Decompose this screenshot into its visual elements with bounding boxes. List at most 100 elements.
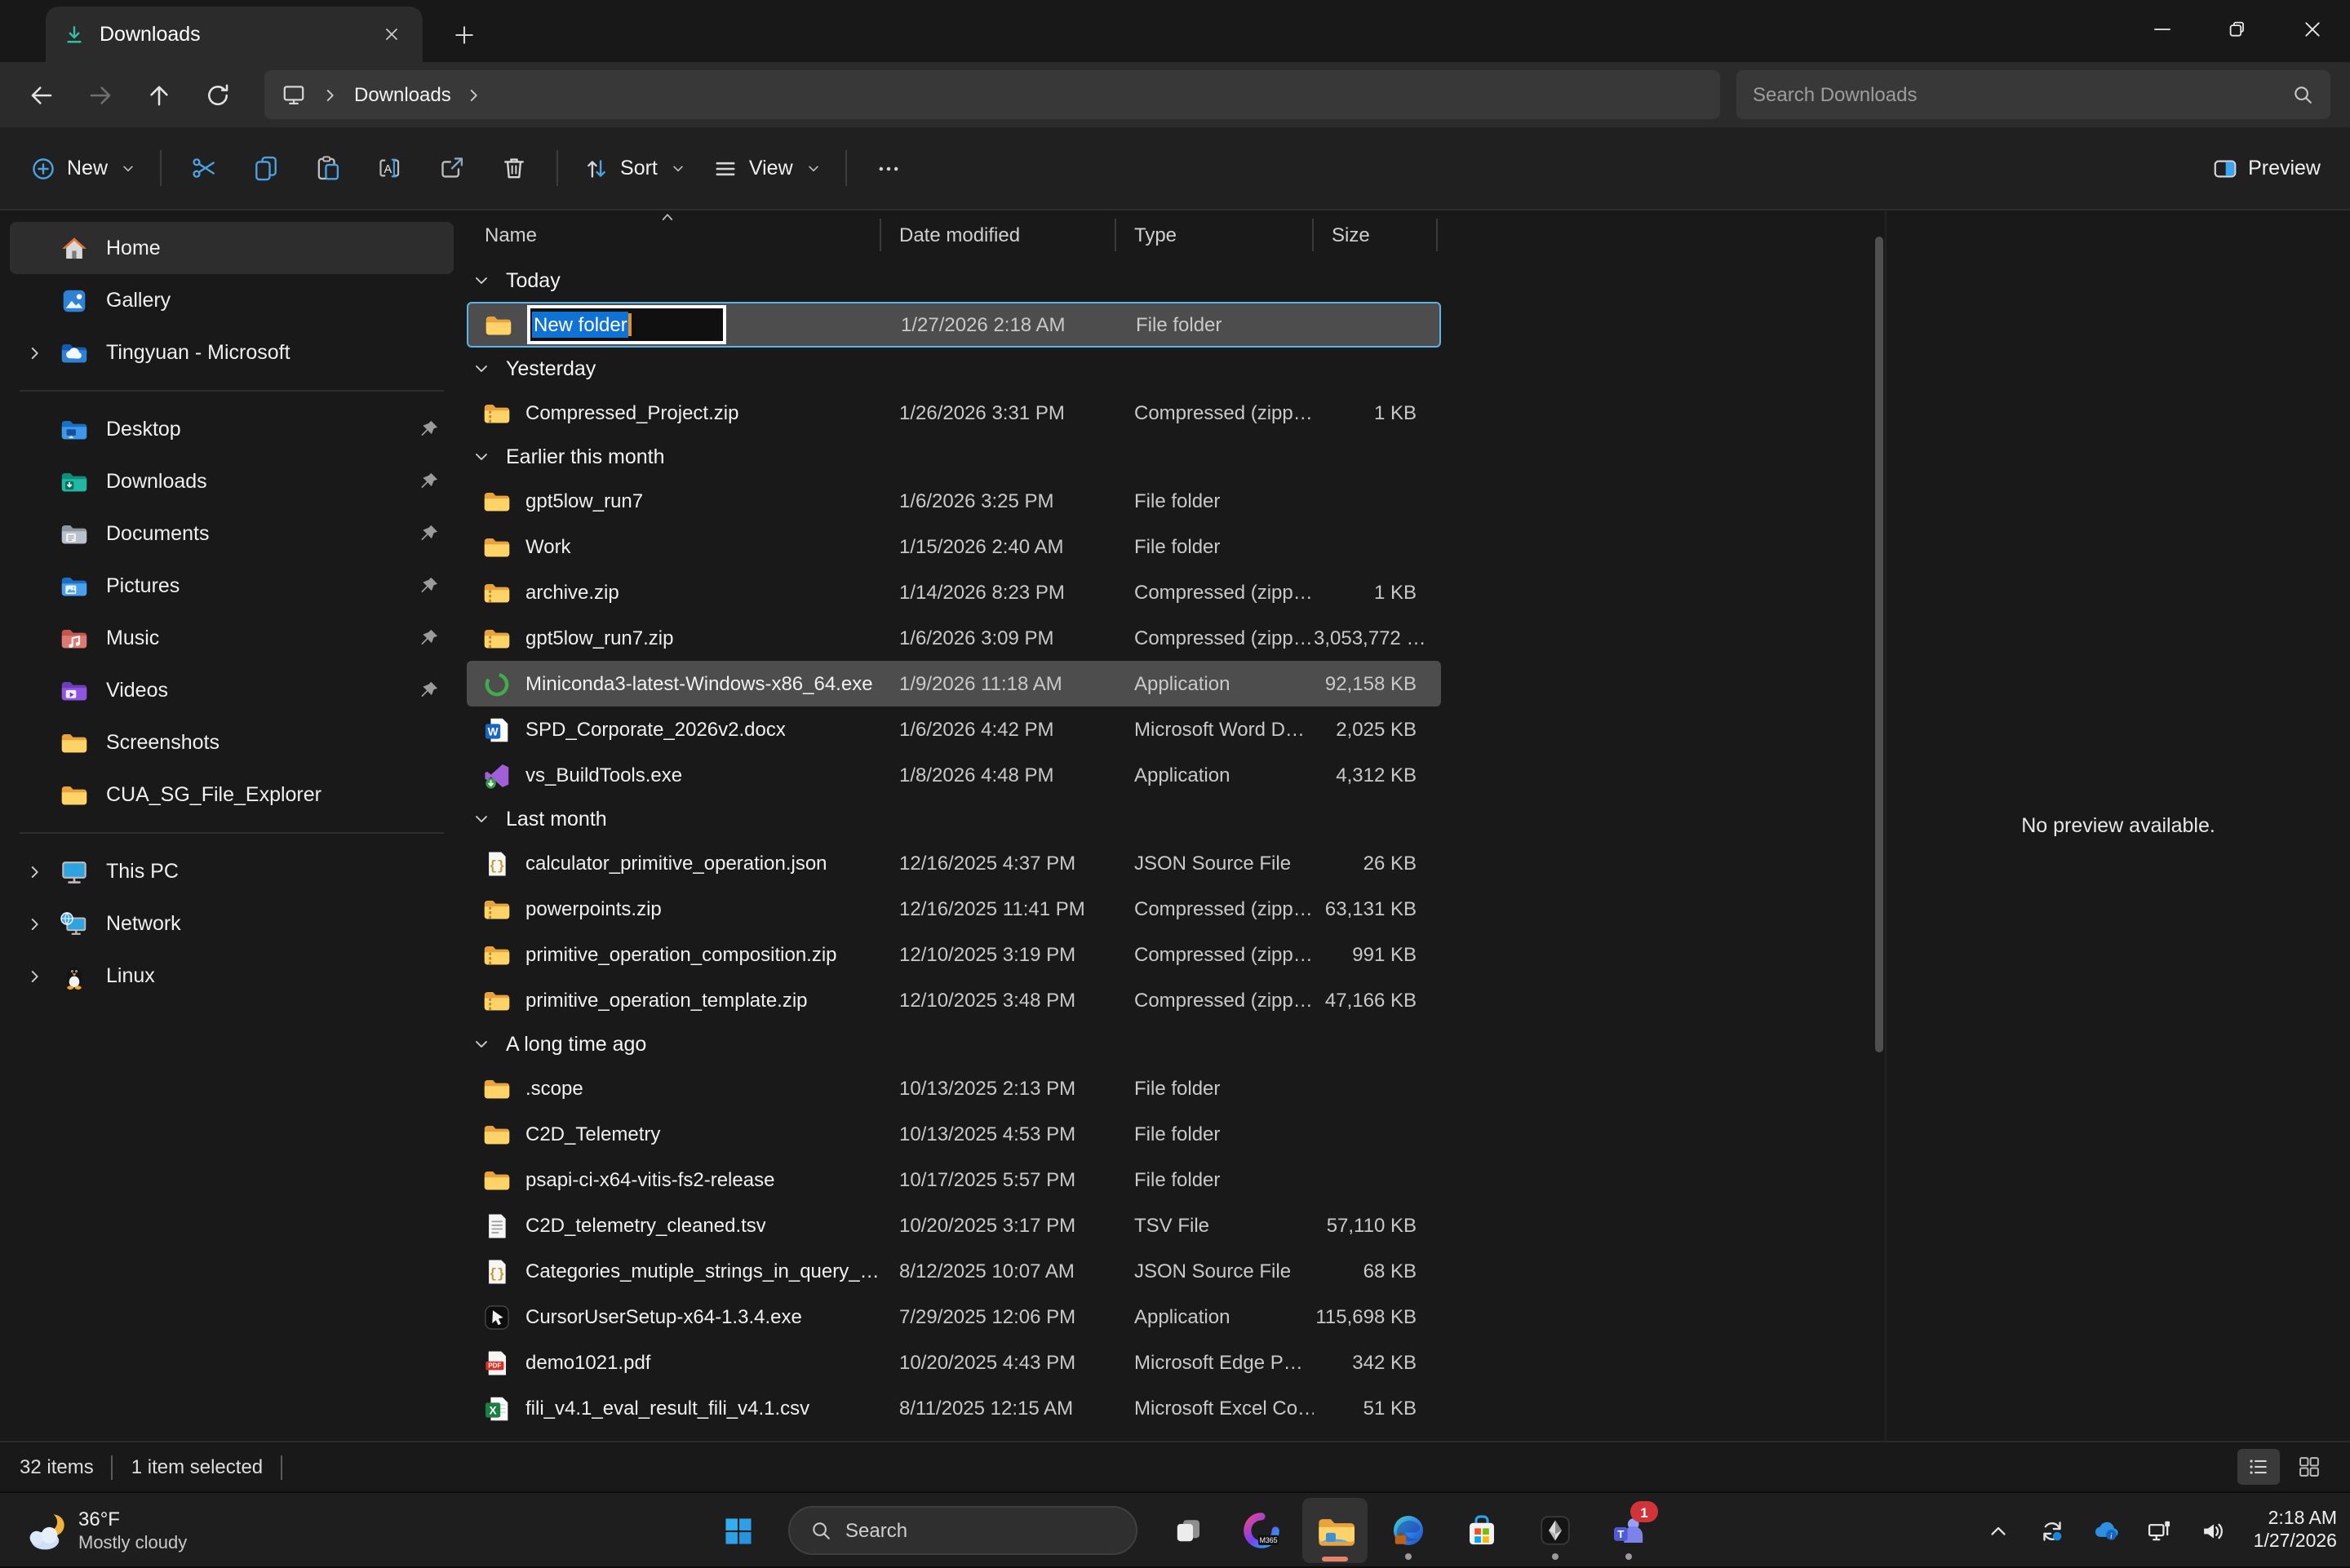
large-icons-view-button[interactable]: [2288, 1449, 2330, 1485]
sidebar-item-pictures[interactable]: Pictures: [10, 560, 454, 612]
column-header-type[interactable]: Type: [1116, 219, 1314, 251]
file-type: Compressed (zipp…: [1116, 897, 1314, 920]
volume-icon[interactable]: [2193, 1506, 2236, 1555]
sidebar-item-desktop[interactable]: Desktop: [10, 403, 454, 455]
search-box[interactable]: Search Downloads: [1736, 70, 2330, 119]
file-row-new-folder[interactable]: New folder1/27/2026 2:18 AMFile folder: [467, 302, 1441, 348]
rename-button[interactable]: A: [359, 140, 421, 196]
file-row-calculator-primitive-operation-json[interactable]: {}calculator_primitive_operation.json12/…: [467, 840, 1441, 886]
task-view-button[interactable]: [1155, 1498, 1221, 1563]
dev-app[interactable]: [1523, 1498, 1588, 1563]
m365-copilot-app[interactable]: M365: [1229, 1498, 1294, 1563]
file-row-c2d-telemetry-cleaned-tsv[interactable]: C2D_telemetry_cleaned.tsv10/20/2025 3:17…: [467, 1203, 1441, 1248]
weather-widget[interactable]: 36°F Mostly cloudy: [13, 1493, 197, 1568]
file-size: 57,110 KB: [1314, 1214, 1438, 1237]
file-row-work[interactable]: Work1/15/2026 2:40 AMFile folder: [467, 524, 1441, 569]
sidebar-item-network[interactable]: Network: [10, 897, 454, 950]
up-button[interactable]: [131, 69, 186, 121]
sidebar-item-home[interactable]: Home: [10, 222, 454, 274]
column-header-date-modified[interactable]: Date modified: [881, 219, 1116, 251]
network-status-icon[interactable]: [2139, 1506, 2182, 1555]
sidebar-item-cua-sg-file-explorer[interactable]: CUA_SG_File_Explorer: [10, 768, 454, 821]
column-header-size[interactable]: Size: [1314, 219, 1438, 251]
minimize-button[interactable]: [2125, 0, 2200, 59]
onedrive-cloud-icon[interactable]: i: [2086, 1506, 2128, 1555]
file-row-primitive-operation-composition-zip[interactable]: primitive_operation_composition.zip12/10…: [467, 932, 1441, 977]
file-row-c2d-telemetry[interactable]: C2D_Telemetry10/13/2025 4:53 PMFile fold…: [467, 1111, 1441, 1157]
file-row-spd-corporate-2026v2-docx[interactable]: WSPD_Corporate_2026v2.docx1/6/2026 4:42 …: [467, 706, 1441, 752]
file-row-gpt5low-run7[interactable]: gpt5low_run71/6/2026 3:25 PMFile folder: [467, 478, 1441, 524]
vertical-scrollbar[interactable]: [1875, 217, 1883, 1434]
group-header-a-long-time-ago[interactable]: A long time ago: [463, 1023, 1885, 1065]
view-button[interactable]: View: [698, 140, 834, 196]
sidebar-item-videos[interactable]: Videos: [10, 664, 454, 716]
file-row-categories-mutiple-strings-in-query-but[interactable]: {}Categories_mutiple_strings_in_query_bu…: [467, 1248, 1441, 1294]
sidebar-item-tingyuan-microsoft[interactable]: Tingyuan - Microsoft: [10, 326, 454, 379]
file-row-gpt5low-run7-zip[interactable]: gpt5low_run7.zip1/6/2026 3:09 PMCompress…: [467, 615, 1441, 661]
more-options-button[interactable]: [858, 140, 920, 196]
sidebar-item-screenshots[interactable]: Screenshots: [10, 716, 454, 768]
chevron-right-icon[interactable]: [16, 853, 52, 889]
preview-button[interactable]: Preview: [2197, 140, 2334, 196]
tab-downloads[interactable]: Downloads: [46, 7, 423, 62]
file-row-compressed-project-zip[interactable]: Compressed_Project.zip1/26/2026 3:31 PMC…: [467, 390, 1441, 436]
rename-input[interactable]: New folder: [527, 305, 726, 344]
taskbar-clock[interactable]: 2:18 AM 1/27/2026: [2254, 1507, 2337, 1554]
sort-button[interactable]: Sort: [570, 140, 698, 196]
delete-button[interactable]: [483, 140, 545, 196]
file-row-demo1021-pdf[interactable]: PDFdemo1021.pdf10/20/2025 4:43 PMMicroso…: [467, 1340, 1441, 1385]
file-row-powerpoints-zip[interactable]: powerpoints.zip12/16/2025 11:41 PMCompre…: [467, 886, 1441, 932]
paste-button[interactable]: [297, 140, 359, 196]
sidebar-item-linux[interactable]: Linux: [10, 950, 454, 1002]
details-view-button[interactable]: [2237, 1449, 2280, 1485]
group-header-yesterday[interactable]: Yesterday: [463, 348, 1885, 390]
tab-close-icon[interactable]: [374, 16, 410, 52]
cut-button[interactable]: [173, 140, 235, 196]
back-button[interactable]: [13, 69, 69, 121]
breadcrumb[interactable]: Downloads: [354, 83, 451, 106]
file-row-cursorusersetup-x64-1-3-4-exe[interactable]: CursorUserSetup-x64-1.3.4.exe7/29/2025 1…: [467, 1294, 1441, 1340]
group-header-earlier-this-month[interactable]: Earlier this month: [463, 436, 1885, 478]
chevron-right-icon[interactable]: [16, 958, 52, 994]
copy-button[interactable]: [235, 140, 297, 196]
file-row-psapi-ci-x64-vitis-fs2-release[interactable]: psapi-ci-x64-vitis-fs2-release10/17/2025…: [467, 1157, 1441, 1203]
file-size: 63,131 KB: [1314, 897, 1438, 920]
sidebar-item-music[interactable]: Music: [10, 612, 454, 664]
sidebar-item-gallery[interactable]: Gallery: [10, 274, 454, 326]
file-row-primitive-operation-template-zip[interactable]: primitive_operation_template.zip12/10/20…: [467, 977, 1441, 1023]
search-icon[interactable]: [2291, 83, 2314, 106]
chevron-right-icon[interactable]: [16, 334, 52, 370]
new-button[interactable]: New: [16, 140, 149, 196]
sidebar-item-documents[interactable]: Documents: [10, 507, 454, 560]
file-row-vs-buildtools-exe[interactable]: vs_BuildTools.exe1/8/2026 4:48 PMApplica…: [467, 752, 1441, 798]
chevron-right-icon[interactable]: [321, 86, 339, 104]
taskbar-search[interactable]: Search: [788, 1506, 1137, 1555]
file-row-scope[interactable]: .scope10/13/2025 2:13 PMFile folder: [467, 1065, 1441, 1111]
new-tab-button[interactable]: [442, 13, 485, 55]
sidebar-item-downloads[interactable]: Downloads: [10, 455, 454, 507]
address-bar[interactable]: Downloads: [264, 70, 1720, 119]
file-row-fili-v4-1-eval-result-fili-v4-1-csv[interactable]: Xfili_v4.1_eval_result_fili_v4.1.csv8/11…: [467, 1385, 1441, 1431]
sync-status-icon[interactable]: [2032, 1506, 2074, 1555]
file-name: powerpoints.zip: [525, 897, 662, 920]
group-header-last-month[interactable]: Last month: [463, 798, 1885, 840]
file-row-git-2-50-1-64-bit-exe[interactable]: Git-2.50.1-64-bit.exe8/12/2025 11:48 AMA…: [467, 1431, 1441, 1441]
file-row-archive-zip[interactable]: archive.zip1/14/2026 8:23 PMCompressed (…: [467, 569, 1441, 615]
teams-app[interactable]: T1: [1596, 1498, 1661, 1563]
scrollbar-thumb[interactable]: [1875, 237, 1883, 1052]
file-row-miniconda3-latest-windows-x86-64-exe[interactable]: Miniconda3-latest-Windows-x86_64.exe1/9/…: [467, 661, 1441, 706]
forward-button[interactable]: [72, 69, 127, 121]
tray-expand-button[interactable]: [1978, 1506, 2020, 1555]
file-explorer-app[interactable]: [1302, 1498, 1368, 1563]
microsoft-store-app[interactable]: [1449, 1498, 1514, 1563]
sidebar-item-this-pc[interactable]: This PC: [10, 845, 454, 897]
group-header-today[interactable]: Today: [463, 259, 1885, 302]
chevron-right-icon[interactable]: [466, 86, 484, 104]
share-button[interactable]: [421, 140, 483, 196]
restore-button[interactable]: [2200, 0, 2275, 59]
chevron-right-icon[interactable]: [16, 906, 52, 941]
refresh-button[interactable]: [189, 69, 245, 121]
edge-browser-app[interactable]: [1376, 1498, 1441, 1563]
start-button[interactable]: [705, 1498, 770, 1563]
close-button[interactable]: [2275, 0, 2350, 59]
